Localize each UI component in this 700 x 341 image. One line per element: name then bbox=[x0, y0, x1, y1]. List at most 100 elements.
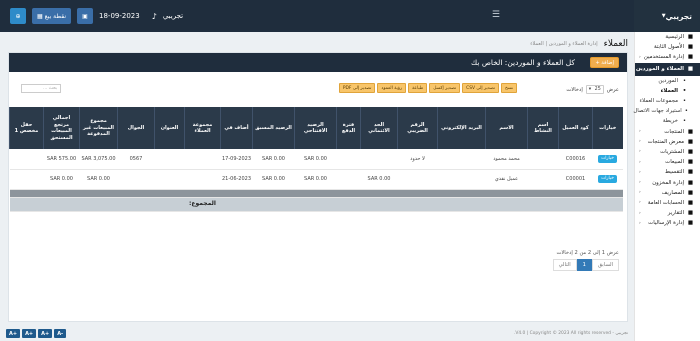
table-cell-mobile: 0567 bbox=[117, 149, 155, 170]
column-header[interactable]: حقل مخصص 1 bbox=[9, 107, 44, 149]
sidebar-item[interactable]: ■ إدارة الإرساليات ‹ bbox=[635, 218, 700, 228]
total-cell bbox=[220, 197, 253, 212]
column-header[interactable]: الرصيد المسبق bbox=[252, 107, 295, 149]
prev-page-button[interactable]: السابق bbox=[591, 259, 619, 271]
table-cell-added: 17-09-2023 bbox=[220, 149, 253, 170]
sidebar-item[interactable]: • الموردين bbox=[635, 76, 700, 86]
top-bar: تجريبي ▼ ☰ ⊕ ▦ نقطة بيع ▣ 18-09-2023 ♪ ت… bbox=[0, 0, 700, 32]
column-header[interactable]: مجموعة العملاء bbox=[184, 107, 221, 149]
add-circle-button[interactable]: ⊕ bbox=[10, 8, 26, 24]
options-button[interactable]: خيارات bbox=[598, 154, 617, 163]
column-header[interactable]: مجموع المبيعات غير المدفوعة bbox=[79, 107, 118, 149]
column-header[interactable]: الحد الائتماني bbox=[360, 107, 398, 149]
table-cell-pay_term bbox=[336, 169, 361, 190]
font-size-controls: A+ A+ A+ A- bbox=[6, 329, 67, 338]
column-header[interactable]: كود العميل bbox=[558, 107, 593, 149]
sidebar-item[interactable]: ■ التقسيط ‹ bbox=[635, 167, 700, 177]
horizontal-scrollbar[interactable] bbox=[9, 189, 623, 198]
total-cell bbox=[558, 197, 593, 212]
sidebar-item-label: خريطة bbox=[662, 118, 678, 125]
export-button[interactable]: تصدير إكسل bbox=[429, 83, 461, 93]
total-cell: المجموع: bbox=[184, 197, 221, 212]
sidebar-item[interactable]: • خريطة bbox=[635, 116, 700, 126]
page-size-select[interactable]: 25 ▾ bbox=[585, 85, 604, 94]
sidebar-item[interactable]: ■ المبيعات ‹ bbox=[635, 157, 700, 167]
sidebar-item[interactable]: ■ التقارير ‹ bbox=[635, 208, 700, 218]
search-input[interactable]: بحث ... bbox=[21, 84, 61, 93]
card-header: إضافة + كل العملاء و الموردين: الخاص بك bbox=[9, 53, 627, 72]
font-size-button[interactable]: A+ bbox=[22, 329, 37, 338]
table-row[interactable]: خيارات C00016 محمد محمود لا حدود SAR 0.00 SAR… bbox=[9, 149, 623, 170]
sidebar-item[interactable]: • العملاء bbox=[635, 86, 700, 96]
column-header[interactable]: البريد الإلكتروني bbox=[437, 107, 486, 149]
calculator-button[interactable]: ▣ bbox=[77, 8, 94, 24]
scrollbar-track[interactable] bbox=[9, 189, 623, 198]
table-cell-email bbox=[437, 149, 486, 170]
sidebar-item-label: إدارة المستخدمين bbox=[643, 54, 684, 61]
column-header[interactable]: الرقم الضريبي bbox=[397, 107, 438, 149]
user-menu[interactable]: تجريبي bbox=[163, 12, 183, 20]
sidebar-item-label: التقارير bbox=[667, 210, 684, 217]
font-size-button[interactable]: A- bbox=[54, 329, 67, 338]
sidebar-item[interactable]: • مجموعات العملاء bbox=[635, 96, 700, 106]
bell-icon[interactable]: ♪ bbox=[152, 12, 157, 21]
sidebar-item[interactable]: ■ المنتجات ‹ bbox=[635, 127, 700, 137]
sidebar-item-label: إدارة الإرساليات bbox=[648, 220, 684, 227]
sidebar-item[interactable]: • استيراد جهات الاتصال bbox=[633, 106, 700, 116]
cart-icon: ■ bbox=[687, 148, 694, 155]
table-cell-custom bbox=[9, 169, 44, 190]
font-size-button[interactable]: A+ bbox=[38, 329, 53, 338]
sidebar-item-label: استيراد جهات الاتصال bbox=[633, 108, 682, 115]
total-row: المجموع: bbox=[9, 197, 623, 212]
sidebar-item[interactable]: ■ إدارة المستخدمين ‹ bbox=[635, 52, 700, 62]
next-page-button[interactable]: التالي bbox=[552, 259, 577, 271]
total-cell bbox=[79, 197, 118, 212]
export-button[interactable]: تصدير إلى CSV bbox=[462, 83, 500, 93]
export-button[interactable]: طباعة bbox=[408, 83, 428, 93]
total-cell bbox=[360, 197, 398, 212]
options-button[interactable]: خيارات bbox=[598, 175, 617, 183]
truck-icon: ■ bbox=[687, 220, 694, 227]
sidebar-item[interactable]: ■ معرض المنتجات ‹ bbox=[635, 137, 700, 147]
column-header[interactable]: أضاف في bbox=[220, 107, 253, 149]
page-header: العملاء إدارة العملاء و الموردين | العمل… bbox=[8, 38, 628, 50]
export-button[interactable]: نسخ bbox=[501, 83, 517, 93]
bullet-icon: • bbox=[682, 87, 687, 94]
sidebar-item[interactable]: ■ إدارة المخزون ‹ bbox=[635, 177, 700, 187]
column-header[interactable]: اسم النشاط bbox=[527, 107, 559, 149]
table-cell-action: خيارات bbox=[592, 169, 623, 190]
table-cell-name: محمد محمود bbox=[485, 149, 528, 170]
chevron-left-icon: ‹ bbox=[639, 190, 641, 196]
total-cell bbox=[117, 197, 155, 212]
sidebar-item[interactable]: ■ المصاريف ‹ bbox=[635, 188, 700, 198]
table-row[interactable]: خيارات C00001 عميل نقدي SAR 0.00 SAR 0.00 SAR… bbox=[9, 169, 623, 190]
sidebar-item[interactable]: ■ الحسابات العامة ‹ bbox=[635, 198, 700, 208]
pos-button[interactable]: ▦ نقطة بيع bbox=[32, 8, 72, 24]
sidebar-item[interactable]: ■ الرئيسية bbox=[635, 32, 700, 42]
column-header[interactable]: العنوان bbox=[154, 107, 185, 149]
calendar-icon: ■ bbox=[687, 169, 694, 176]
column-header[interactable]: الاسم bbox=[485, 107, 528, 149]
sidebar-item[interactable]: ■ العملاء و الموردين ‹ bbox=[635, 62, 700, 76]
entries-label: إدخالات bbox=[566, 86, 583, 93]
add-button[interactable]: إضافة + bbox=[590, 57, 619, 68]
sidebar-item[interactable]: ■ المشتريات ‹ bbox=[635, 147, 700, 157]
column-header[interactable]: خيارات bbox=[592, 107, 623, 149]
sidebar-item[interactable]: ■ الأصول الثابتة bbox=[635, 42, 700, 52]
column-header[interactable]: اجمالي مرتجع المبيعات المستحق bbox=[43, 107, 80, 149]
table-cell-business bbox=[527, 149, 559, 170]
sidebar-item-label: إدارة المخزون bbox=[652, 179, 684, 186]
brand-menu[interactable]: تجريبي ▼ bbox=[634, 0, 700, 32]
hamburger-menu-icon[interactable]: ☰ bbox=[492, 10, 500, 20]
font-size-button[interactable]: A+ bbox=[6, 329, 21, 338]
export-button[interactable]: تصدير إلى PDF bbox=[338, 83, 376, 93]
column-header[interactable]: فترة الدفع bbox=[336, 107, 361, 149]
page-title: العملاء bbox=[603, 39, 628, 49]
column-header[interactable]: الجوال bbox=[117, 107, 155, 149]
export-button[interactable]: رؤية العمود bbox=[377, 83, 407, 93]
column-header[interactable]: الرصيد الافتتاحي bbox=[294, 107, 337, 149]
page-1-button[interactable]: 1 bbox=[576, 259, 592, 271]
table-cell-group bbox=[184, 169, 221, 190]
report-icon: ■ bbox=[687, 210, 694, 217]
sidebar-item-label: التقسيط bbox=[664, 169, 684, 176]
